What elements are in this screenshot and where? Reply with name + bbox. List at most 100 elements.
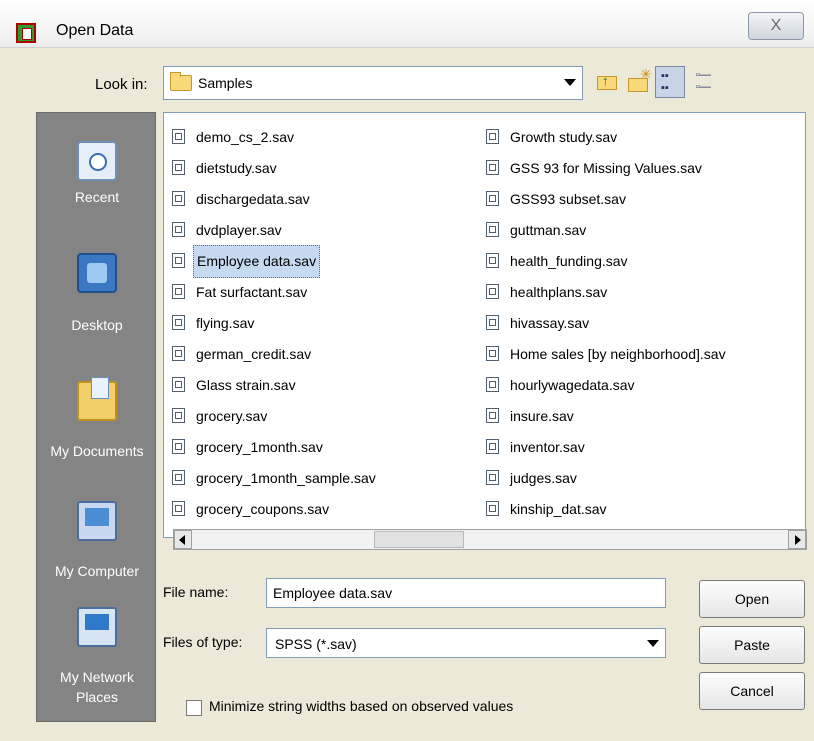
- file-item[interactable]: german_credit.sav: [172, 338, 379, 369]
- file-item[interactable]: dvdplayer.sav: [172, 214, 379, 245]
- sav-file-icon: [486, 407, 499, 423]
- file-item[interactable]: grocery_coupons.sav: [172, 493, 379, 524]
- sav-file-icon: [172, 407, 185, 423]
- open-data-dialog: Open Data X Look in: Samples Recent Desk…: [0, 0, 814, 741]
- scroll-left-icon[interactable]: [174, 530, 192, 549]
- sav-file-icon: [486, 190, 499, 206]
- title-bar: Open Data X: [0, 0, 814, 48]
- up-folder-icon[interactable]: [593, 66, 623, 98]
- filetype-label: Files of type:: [163, 634, 243, 650]
- file-item[interactable]: GSS 93 for Missing Values.sav: [486, 152, 729, 183]
- file-name: health_funding.sav: [510, 252, 628, 269]
- file-item[interactable]: grocery_1month_sample.sav: [172, 462, 379, 493]
- details-view-icon[interactable]: [692, 66, 722, 98]
- file-item[interactable]: insure.sav: [486, 400, 729, 431]
- file-item[interactable]: Home sales [by neighborhood].sav: [486, 338, 729, 369]
- file-item[interactable]: Fat surfactant.sav: [172, 276, 379, 307]
- file-name: GSS93 subset.sav: [510, 190, 626, 207]
- file-name: insure.sav: [510, 407, 574, 424]
- folder-icon: [170, 72, 192, 91]
- cancel-button[interactable]: Cancel: [699, 672, 805, 710]
- file-name: Growth study.sav: [510, 128, 618, 145]
- file-item[interactable]: Growth study.sav: [486, 121, 729, 152]
- file-name: healthplans.sav: [510, 283, 608, 300]
- file-item[interactable]: demo_cs_2.sav: [172, 121, 379, 152]
- file-item[interactable]: dietstudy.sav: [172, 152, 379, 183]
- sav-file-icon: [486, 345, 499, 361]
- file-item-selected[interactable]: Employee data.sav: [172, 245, 379, 278]
- list-view-icon[interactable]: [655, 66, 685, 98]
- sav-file-icon: [486, 314, 499, 330]
- sav-file-icon: [172, 500, 185, 516]
- file-name: dietstudy.sav: [196, 159, 277, 176]
- file-item[interactable]: kinship_dat.sav: [486, 493, 729, 524]
- file-item[interactable]: Glass strain.sav: [172, 369, 379, 400]
- file-item[interactable]: guttman.sav: [486, 214, 729, 245]
- file-item[interactable]: judges.sav: [486, 462, 729, 493]
- file-name: grocery.sav: [196, 407, 268, 424]
- sav-file-icon: [172, 128, 185, 144]
- sav-file-icon: [172, 190, 185, 206]
- lookin-combo[interactable]: Samples: [163, 66, 583, 100]
- file-item[interactable]: healthplans.sav: [486, 276, 729, 307]
- minimize-string-widths-checkbox[interactable]: [186, 700, 202, 716]
- file-name: grocery_1month_sample.sav: [196, 469, 376, 486]
- file-name: Employee data.sav: [193, 245, 321, 278]
- place-my-computer[interactable]: My Computer: [37, 501, 157, 579]
- scroll-right-icon[interactable]: [788, 530, 806, 549]
- place-my-documents[interactable]: My Documents: [37, 377, 157, 459]
- file-list[interactable]: demo_cs_2.sav dietstudy.sav dischargedat…: [163, 112, 806, 538]
- sav-file-icon: [172, 253, 185, 268]
- file-name: grocery_1month.sav: [196, 438, 323, 455]
- paste-button[interactable]: Paste: [699, 626, 805, 664]
- place-my-network-places[interactable]: My Network Places: [37, 607, 157, 707]
- place-desktop[interactable]: Desktop: [37, 253, 157, 333]
- desktop-icon: [77, 253, 117, 293]
- close-button[interactable]: X: [748, 12, 804, 40]
- filename-input[interactable]: [266, 578, 666, 608]
- minimize-string-widths-label: Minimize string widths based on observed…: [209, 698, 514, 714]
- lookin-label: Look in:: [95, 76, 148, 93]
- scroll-thumb[interactable]: [374, 531, 464, 548]
- file-name: hourlywagedata.sav: [510, 376, 635, 393]
- sav-file-icon: [172, 283, 185, 299]
- horizontal-scrollbar[interactable]: [173, 529, 807, 550]
- sav-file-icon: [172, 376, 185, 392]
- sav-file-icon: [486, 469, 499, 485]
- file-item[interactable]: hourlywagedata.sav: [486, 369, 729, 400]
- sav-file-icon: [486, 128, 499, 144]
- file-name: kinship_dat.sav: [510, 500, 607, 517]
- file-column-2: Growth study.sav GSS 93 for Missing Valu…: [486, 121, 729, 524]
- open-button[interactable]: Open: [699, 580, 805, 618]
- sav-file-icon: [486, 438, 499, 454]
- filename-label: File name:: [163, 584, 229, 600]
- file-item[interactable]: dischargedata.sav: [172, 183, 379, 214]
- sav-file-icon: [172, 314, 185, 330]
- file-item[interactable]: inventor.sav: [486, 431, 729, 462]
- file-name: german_credit.sav: [196, 345, 312, 362]
- file-column-1: demo_cs_2.sav dietstudy.sav dischargedat…: [172, 121, 379, 524]
- file-name: Glass strain.sav: [196, 376, 296, 393]
- file-item[interactable]: grocery.sav: [172, 400, 379, 431]
- sav-file-icon: [486, 221, 499, 237]
- place-recent[interactable]: Recent: [37, 141, 157, 205]
- filetype-combo[interactable]: SPSS (*.sav): [266, 628, 666, 658]
- sav-file-icon: [486, 376, 499, 392]
- chevron-down-icon[interactable]: [647, 640, 659, 647]
- new-folder-icon[interactable]: [625, 66, 655, 98]
- places-bar: Recent Desktop My Documents My Computer …: [36, 112, 156, 722]
- file-item[interactable]: GSS93 subset.sav: [486, 183, 729, 214]
- sav-file-icon: [486, 159, 499, 175]
- file-item[interactable]: health_funding.sav: [486, 245, 729, 276]
- sav-file-icon: [486, 283, 499, 299]
- chevron-down-icon[interactable]: [564, 79, 576, 86]
- file-name: grocery_coupons.sav: [196, 500, 330, 517]
- lookin-value: Samples: [198, 75, 253, 91]
- file-name: demo_cs_2.sav: [196, 128, 295, 145]
- file-item[interactable]: flying.sav: [172, 307, 379, 338]
- file-item[interactable]: hivassay.sav: [486, 307, 729, 338]
- file-name: judges.sav: [510, 469, 577, 486]
- file-item[interactable]: grocery_1month.sav: [172, 431, 379, 462]
- file-name: Home sales [by neighborhood].sav: [510, 345, 726, 362]
- my-network-places-icon: [77, 607, 117, 647]
